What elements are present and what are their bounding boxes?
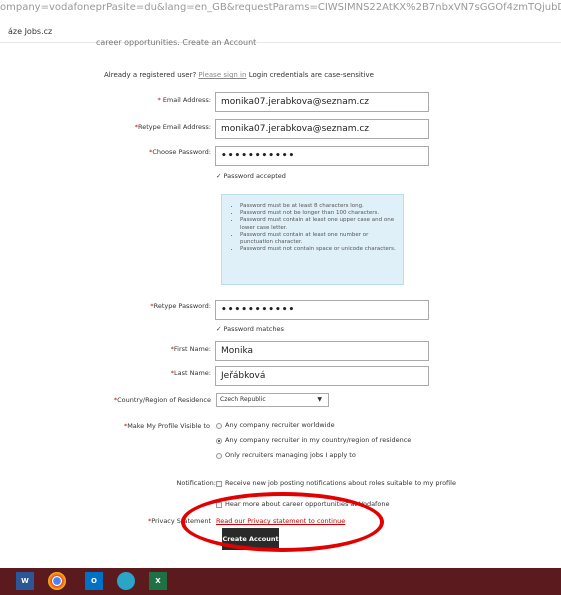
address-bar[interactable]: ompany=vodafoneprPasite=du&lang=en_GB&re…: [0, 0, 561, 16]
country-label: *Country/Region of Residence: [113, 396, 211, 404]
rule-item: Password must be at least 8 characters l…: [240, 203, 397, 210]
rule-item: Password must not be longer than 100 cha…: [240, 210, 397, 217]
email-input[interactable]: monika07.jerabkova@seznam.cz: [215, 92, 429, 112]
browser-app-icon[interactable]: [117, 572, 135, 590]
notification-checkbox-jobs[interactable]: [216, 481, 222, 487]
choose-password-label: *Choose Password:: [149, 148, 211, 156]
dropdown-arrow-icon: ▼: [317, 396, 322, 403]
visibility-option-applied: Only recruiters managing jobs I apply to: [225, 451, 356, 459]
first-name-label: *First Name:: [170, 345, 211, 353]
last-name-label: *Last Name:: [170, 369, 211, 377]
retype-password-input[interactable]: •••••••••••: [215, 300, 429, 320]
rule-item: Password must not contain space or unico…: [240, 246, 397, 253]
word-icon[interactable]: W: [16, 572, 34, 590]
visibility-radio-applied[interactable]: [216, 453, 222, 459]
outlook-icon[interactable]: O: [85, 572, 103, 590]
rule-item: Password must contain at least one numbe…: [240, 232, 397, 246]
password-rules-box: Password must be at least 8 characters l…: [221, 194, 404, 285]
bookmark-jobs[interactable]: áze Jobs.cz: [8, 27, 52, 36]
chrome-icon[interactable]: [48, 572, 66, 590]
visibility-label: *Make My Profile Visible to: [123, 422, 210, 430]
excel-icon[interactable]: X: [149, 572, 167, 590]
registered-intro: Already a registered user? Please sign i…: [104, 71, 374, 79]
rule-item: Password must contain at least one upper…: [240, 217, 397, 231]
password-matches-text: ✓ Password matches: [216, 325, 284, 333]
page-heading: career opportunities. Create an Account: [96, 38, 257, 47]
retype-email-label: *Retype Email Address:: [134, 123, 211, 131]
visibility-radio-worldwide[interactable]: [216, 423, 222, 429]
retype-email-input[interactable]: monika07.jerabkova@seznam.cz: [215, 119, 429, 139]
last-name-input[interactable]: Jeřábková: [215, 366, 429, 386]
email-label: * Email Address:: [157, 96, 211, 104]
first-name-input[interactable]: Monika: [215, 341, 429, 361]
visibility-radio-country[interactable]: [216, 438, 222, 444]
divider: [0, 42, 561, 43]
password-accepted-text: ✓ Password accepted: [216, 172, 286, 180]
annotation-circle: [181, 492, 384, 552]
visibility-option-country: Any company recruiter in my country/regi…: [225, 436, 412, 444]
country-select[interactable]: Czech Republic ▼: [216, 393, 329, 407]
sign-in-link[interactable]: Please sign in: [198, 71, 246, 79]
retype-password-label: *Retype Password:: [150, 302, 211, 310]
choose-password-input[interactable]: •••••••••••: [215, 146, 429, 166]
notification-option-jobs: Receive new job posting notifications ab…: [225, 479, 456, 487]
visibility-option-worldwide: Any company recruiter worldwide: [225, 421, 335, 429]
notification-label: Notification:: [176, 479, 217, 487]
